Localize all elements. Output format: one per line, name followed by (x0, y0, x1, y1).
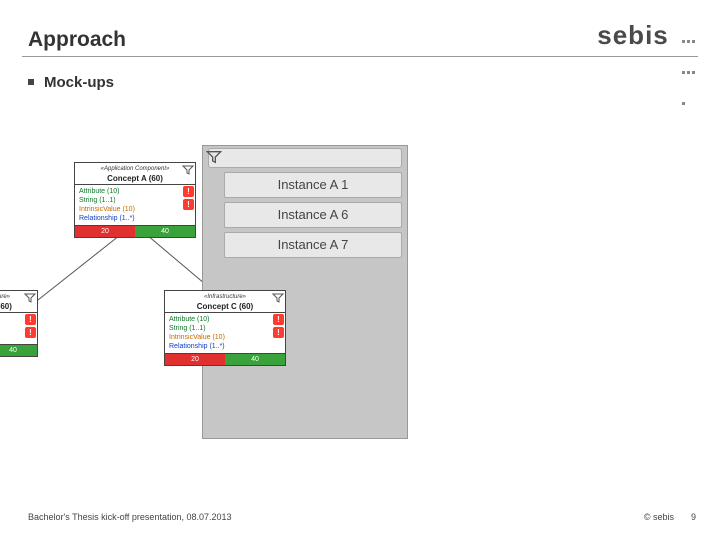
concept-b-line3: ip (1..*) (0, 333, 23, 342)
filter-icon[interactable] (182, 164, 194, 176)
page-title: Approach (28, 28, 126, 52)
concept-a-count-red: 20 (75, 226, 135, 237)
filter-icon[interactable] (24, 292, 36, 304)
concept-b-body: (10) alue (10) ip (1..*) ! ! (0, 313, 37, 344)
concept-b-footer: 40 (0, 344, 37, 356)
concept-a-footer: 20 40 (75, 225, 195, 237)
concept-b-header: «Infrastructure» ncept B (60) (0, 291, 37, 313)
brand-dots-icon (681, 20, 696, 113)
concept-c-count-red: 20 (165, 354, 225, 365)
instance-row-a1[interactable]: Instance A 1 (224, 172, 402, 198)
instance-row-a6[interactable]: Instance A 6 (224, 202, 402, 228)
brand-logo: sebis (597, 20, 696, 113)
concept-c-name: Concept C (60) (167, 302, 283, 311)
concept-a-count-green: 40 (135, 226, 195, 237)
warning-icon[interactable]: ! (273, 314, 284, 325)
instance-row-a7[interactable]: Instance A 7 (224, 232, 402, 258)
concept-c-footer: 20 40 (165, 353, 285, 365)
concept-c-line2: IntrinsicValue (10) (169, 333, 271, 342)
warning-icon[interactable]: ! (25, 314, 36, 325)
concept-c-line3: Relationship (1..*) (169, 342, 271, 351)
filter-icon[interactable] (272, 292, 284, 304)
concept-c-attr: Attribute (10) (169, 315, 271, 324)
concept-a-line1: String (1..1) (79, 196, 181, 205)
concept-box-c[interactable]: «Infrastructure» Concept C (60) Attribut… (164, 290, 286, 366)
concept-b-attr: (10) (0, 315, 23, 324)
footer-page-number: 9 (691, 512, 696, 522)
footer-right: © sebis (644, 512, 674, 522)
concept-a-line2: IntrinsicValue (10) (79, 205, 181, 214)
concept-a-name: Concept A (60) (77, 174, 193, 183)
concept-c-stereotype: «Infrastructure» (167, 293, 283, 302)
concept-a-header: «Application Component» Concept A (60) (75, 163, 195, 185)
warning-icon[interactable]: ! (183, 199, 194, 210)
brand-text: sebis (597, 20, 669, 50)
concept-box-a[interactable]: «Application Component» Concept A (60) A… (74, 162, 196, 238)
filter-icon[interactable] (206, 149, 222, 165)
concept-b-line2: alue (10) (0, 324, 23, 333)
concept-b-count-green: 40 (0, 345, 37, 356)
concept-a-body: Attribute (10) String (1..1) IntrinsicVa… (75, 185, 195, 225)
footer-left: Bachelor's Thesis kick-off presentation,… (28, 512, 232, 522)
concept-box-b[interactable]: «Infrastructure» ncept B (60) (10) alue … (0, 290, 38, 357)
concept-a-stereotype: «Application Component» (77, 165, 193, 174)
concept-a-attr: Attribute (10) (79, 187, 181, 196)
concept-c-header: «Infrastructure» Concept C (60) (165, 291, 285, 313)
warning-icon[interactable]: ! (183, 186, 194, 197)
section-subtitle: Mock-ups (28, 74, 114, 91)
concept-c-body: Attribute (10) String (1..1) IntrinsicVa… (165, 313, 285, 353)
concept-c-line1: String (1..1) (169, 324, 271, 333)
instance-panel-header (208, 148, 402, 168)
concept-a-line3: Relationship (1..*) (79, 214, 181, 223)
concept-c-count-green: 40 (225, 354, 285, 365)
header-rule (22, 56, 698, 57)
warning-icon[interactable]: ! (25, 327, 36, 338)
warning-icon[interactable]: ! (273, 327, 284, 338)
